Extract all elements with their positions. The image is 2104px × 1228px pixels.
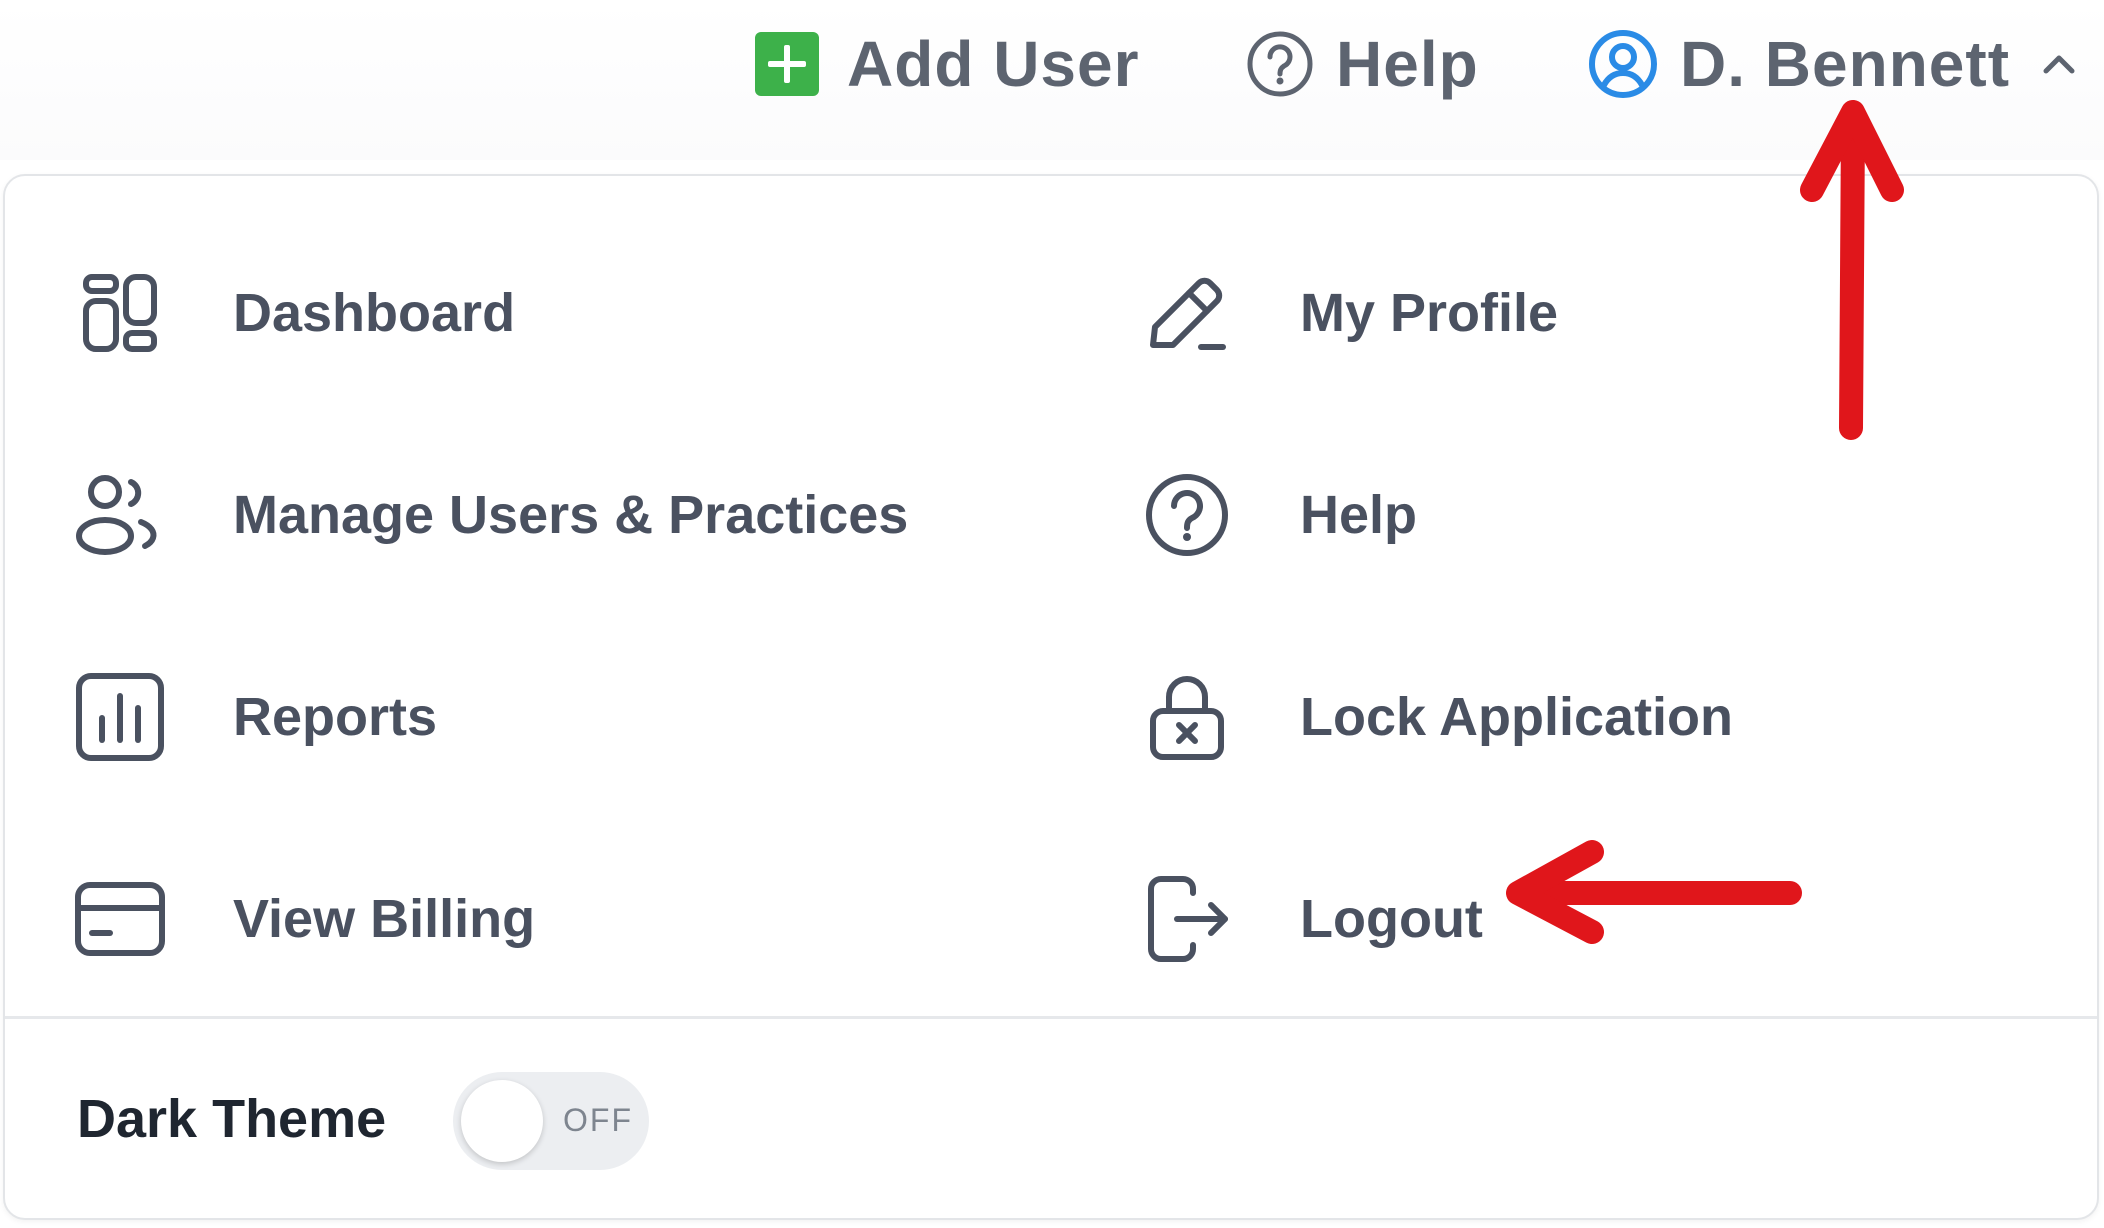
top-bar: Add User Help D. Bennett [0, 0, 2104, 160]
menu-item-label: Dashboard [233, 283, 516, 343]
plus-square-icon [755, 32, 819, 96]
menu-item-label: Help [1300, 485, 1418, 545]
menu-item-help[interactable]: Help [1140, 460, 1417, 570]
dashboard-icon [73, 266, 167, 360]
chevron-up-icon [2043, 55, 2075, 74]
lock-icon [1140, 670, 1234, 764]
add-user-button[interactable]: Add User [755, 28, 1140, 100]
dark-theme-label: Dark Theme [77, 1089, 387, 1149]
menu-item-lock-application[interactable]: Lock Application [1140, 662, 1733, 772]
menu-item-label: View Billing [233, 889, 536, 949]
help-circle-icon [1247, 31, 1313, 97]
menu-item-label: Manage Users & Practices [233, 485, 909, 545]
help-circle-icon [1140, 468, 1234, 562]
add-user-label: Add User [847, 28, 1140, 100]
header-help-label: Help [1336, 28, 1479, 100]
bar-chart-icon [73, 670, 167, 764]
users-icon [73, 468, 167, 562]
menu-item-label: My Profile [1300, 283, 1559, 343]
menu-item-manage-users[interactable]: Manage Users & Practices [73, 460, 908, 570]
menu-item-logout[interactable]: Logout [1140, 864, 1483, 974]
menu-item-dashboard[interactable]: Dashboard [73, 258, 515, 368]
pencil-icon [1140, 266, 1234, 360]
menu-item-view-billing[interactable]: View Billing [73, 864, 535, 974]
toggle-knob [461, 1080, 543, 1162]
user-name: D. Bennett [1680, 28, 2010, 100]
dark-theme-toggle[interactable]: OFF [453, 1072, 649, 1170]
credit-card-icon [73, 872, 167, 966]
divider [5, 1016, 2097, 1019]
user-circle-icon [1589, 30, 1657, 98]
menu-item-label: Lock Application [1300, 687, 1734, 747]
menu-item-label: Logout [1300, 889, 1483, 949]
user-menu-button[interactable]: D. Bennett [1588, 28, 2076, 100]
logout-icon [1140, 872, 1234, 966]
menu-item-my-profile[interactable]: My Profile [1140, 258, 1558, 368]
toggle-state-label: OFF [563, 1102, 633, 1138]
user-dropdown-menu: Dashboard Manage Users & Practices Repor… [3, 174, 2099, 1220]
header-help-button[interactable]: Help [1246, 28, 1479, 100]
menu-item-reports[interactable]: Reports [73, 662, 437, 772]
menu-item-label: Reports [233, 687, 438, 747]
